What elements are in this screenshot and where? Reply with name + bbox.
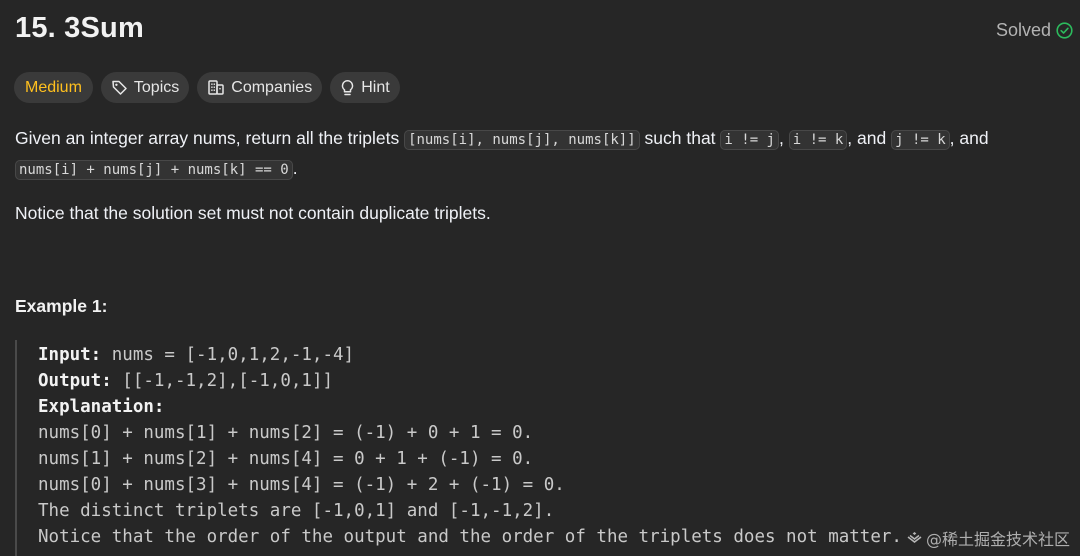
explanation-line: nums[0] + nums[3] + nums[4] = (-1) + 2 +… xyxy=(38,475,565,495)
explanation-line: Notice that the order of the output and … xyxy=(38,527,902,547)
desc-text: such that xyxy=(639,128,721,148)
explanation-line: The distinct triplets are [-1,0,1] and [… xyxy=(38,501,555,521)
building-icon xyxy=(207,79,225,96)
hint-button[interactable]: Hint xyxy=(330,72,400,103)
solved-status: Solved xyxy=(996,20,1073,41)
watermark-text: @稀土掘金技术社区 xyxy=(925,530,1070,549)
output-label: Output: xyxy=(38,371,112,391)
topics-button[interactable]: Topics xyxy=(100,72,190,103)
example-title: Example 1: xyxy=(15,296,108,316)
inline-code: j != k xyxy=(891,130,950,150)
desc-text: , xyxy=(778,128,789,148)
tag-icon xyxy=(111,79,128,96)
input-value: nums = [-1,0,1,2,-1,-4] xyxy=(101,345,355,365)
desc-text: Given an integer array nums, return all … xyxy=(15,128,405,148)
inline-code: nums[i] + nums[j] + nums[k] == 0 xyxy=(15,160,293,180)
companies-label: Companies xyxy=(231,78,313,96)
difficulty-label: Medium xyxy=(25,78,82,96)
inline-code: i != j xyxy=(720,130,779,150)
inline-code: i != k xyxy=(788,130,848,150)
watermark: @稀土掘金技术社区 xyxy=(904,526,1072,550)
example-content: Input: nums = [-1,0,1,2,-1,-4] Output: [… xyxy=(38,342,902,550)
desc-text: , and xyxy=(847,128,892,148)
difficulty-badge: Medium xyxy=(14,72,93,103)
desc-text: , and xyxy=(949,128,989,148)
topics-label: Topics xyxy=(133,78,180,96)
description-paragraph-2: Notice that the solution set must not co… xyxy=(15,203,491,223)
title-row: 15. 3Sum Solved xyxy=(15,12,1073,52)
explanation-line: nums[0] + nums[1] + nums[2] = (-1) + 0 +… xyxy=(38,423,534,443)
tag-bar: Medium Topics Companies Hint xyxy=(14,72,400,103)
output-value: [[-1,-1,2],[-1,0,1]] xyxy=(111,371,334,391)
companies-button[interactable]: Companies xyxy=(197,72,323,103)
check-circle-icon xyxy=(1056,22,1073,39)
juejin-logo-icon xyxy=(907,531,922,545)
problem-title: 15. 3Sum xyxy=(15,12,144,44)
lightbulb-icon xyxy=(340,79,355,97)
explanation-line: nums[1] + nums[2] + nums[4] = 0 + 1 + (-… xyxy=(38,449,534,469)
input-label: Input: xyxy=(38,345,102,365)
example-block: Input: nums = [-1,0,1,2,-1,-4] Output: [… xyxy=(15,340,1080,556)
inline-code: [nums[i], nums[j], nums[k]] xyxy=(404,130,640,150)
description-paragraph-1: Given an integer array nums, return all … xyxy=(15,124,1075,184)
solved-label: Solved xyxy=(995,20,1051,40)
explanation-label: Explanation: xyxy=(38,397,165,417)
desc-text: . xyxy=(292,158,298,178)
hint-label: Hint xyxy=(361,78,390,96)
